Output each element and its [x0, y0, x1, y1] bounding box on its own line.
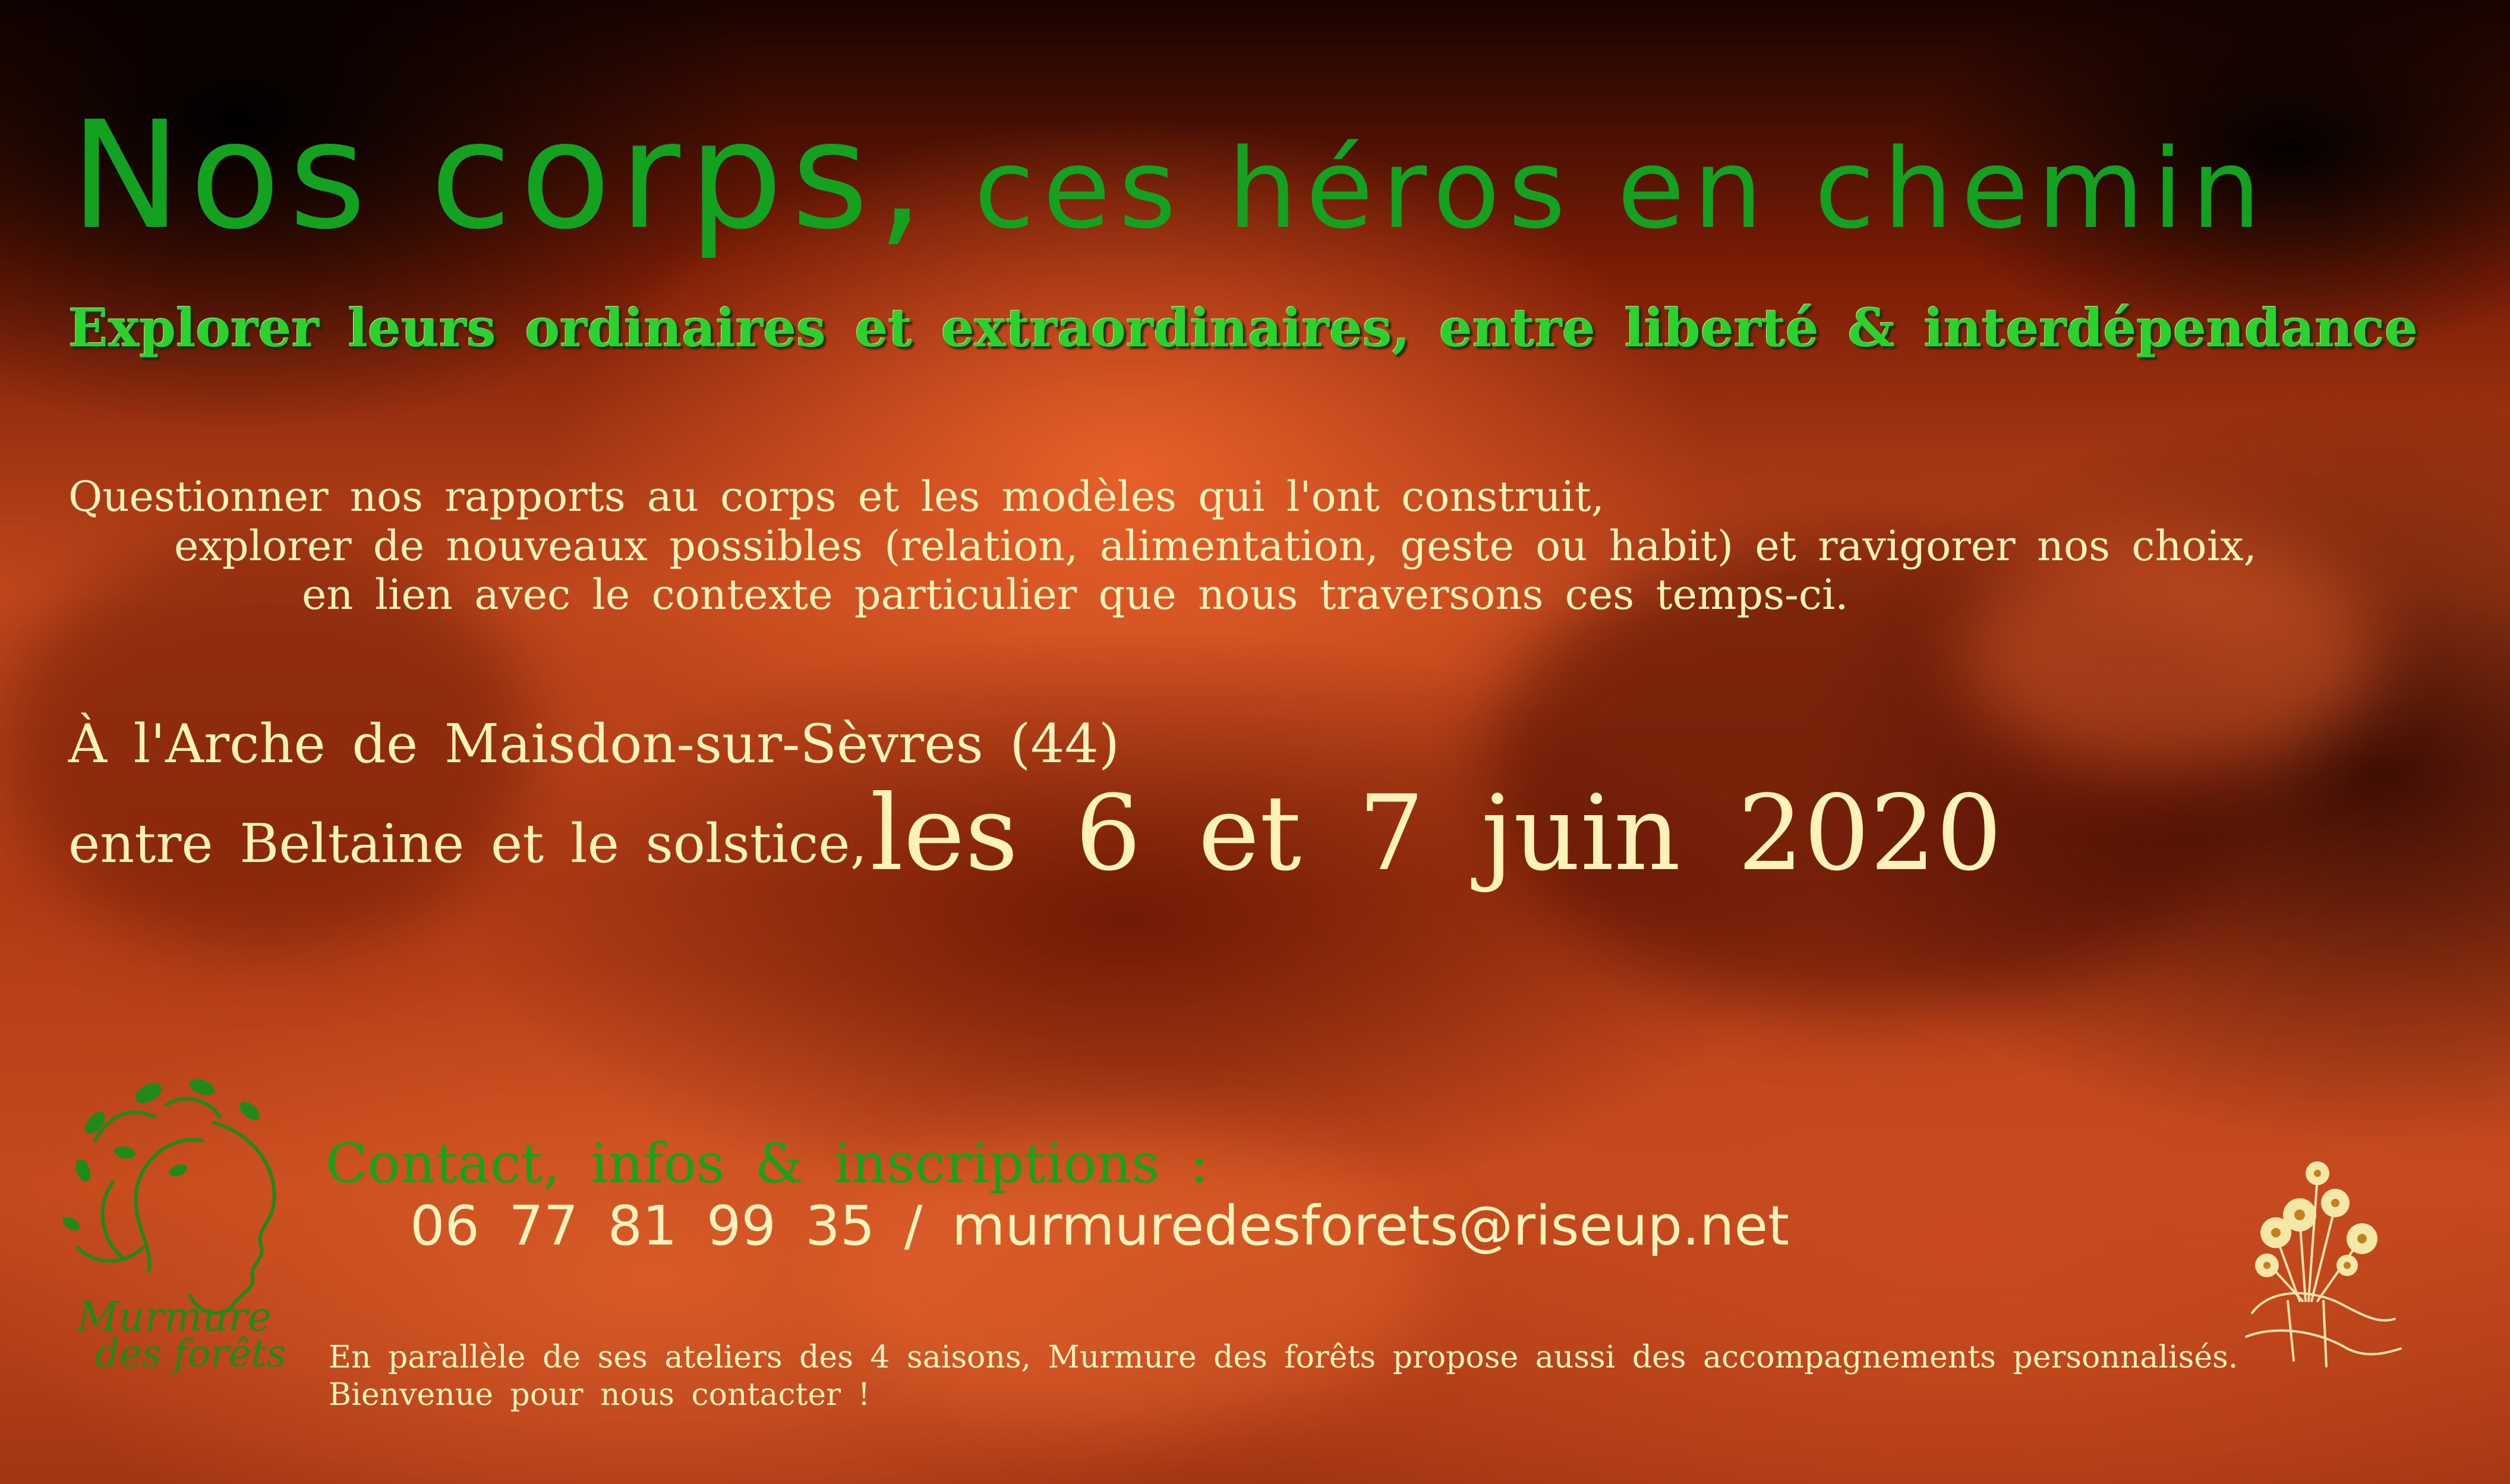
event-when: entre Beltaine et le solstice, les 6 et …	[68, 766, 2002, 894]
intro-line-2: explorer de nouveaux possibles (relation…	[174, 522, 2257, 570]
leafy-face-logo-svg: Murmure des forêts	[62, 1079, 286, 1376]
event-when-prefix: entre Beltaine et le solstice,	[68, 813, 868, 875]
page-title: Nos corps, ces héros en chemin	[70, 89, 2269, 262]
leafy-face-logo-icon: Murmure des forêts	[59, 1069, 297, 1378]
contact-heading: Contact, infos & inscriptions :	[326, 1132, 1209, 1195]
title-part-2: ces héros en chemin	[974, 125, 2269, 253]
subtitle: Explorer leurs ordinaires et extraordina…	[68, 297, 2418, 359]
contact-email-link[interactable]: murmuredesforets@riseup.net	[952, 1194, 1789, 1258]
background-highlight	[1961, 535, 2377, 772]
footer-line-2: Bienvenue pour nous contacter !	[329, 1377, 871, 1413]
footer-line-1: En parallèle de ses ateliers des 4 saiso…	[329, 1340, 2238, 1375]
contact-separator: /	[904, 1194, 923, 1258]
contact-details: 06 77 81 99 35 / murmuredesforets@riseup…	[410, 1194, 1789, 1258]
logo-line-2: des forêts	[95, 1332, 286, 1376]
contact-phone[interactable]: 06 77 81 99 35	[410, 1194, 875, 1258]
flower-bouquet-svg	[2245, 1161, 2402, 1368]
title-part-1: Nos corps,	[70, 89, 933, 262]
event-date: les 6 et 7 juin 2020	[870, 773, 2003, 894]
intro-line-3: en lien avec le contexte particulier que…	[302, 570, 1849, 619]
intro-line-1: Questionner nos rapports au corps et les…	[68, 472, 1604, 521]
flower-bouquet-hands-icon	[2199, 1087, 2413, 1372]
